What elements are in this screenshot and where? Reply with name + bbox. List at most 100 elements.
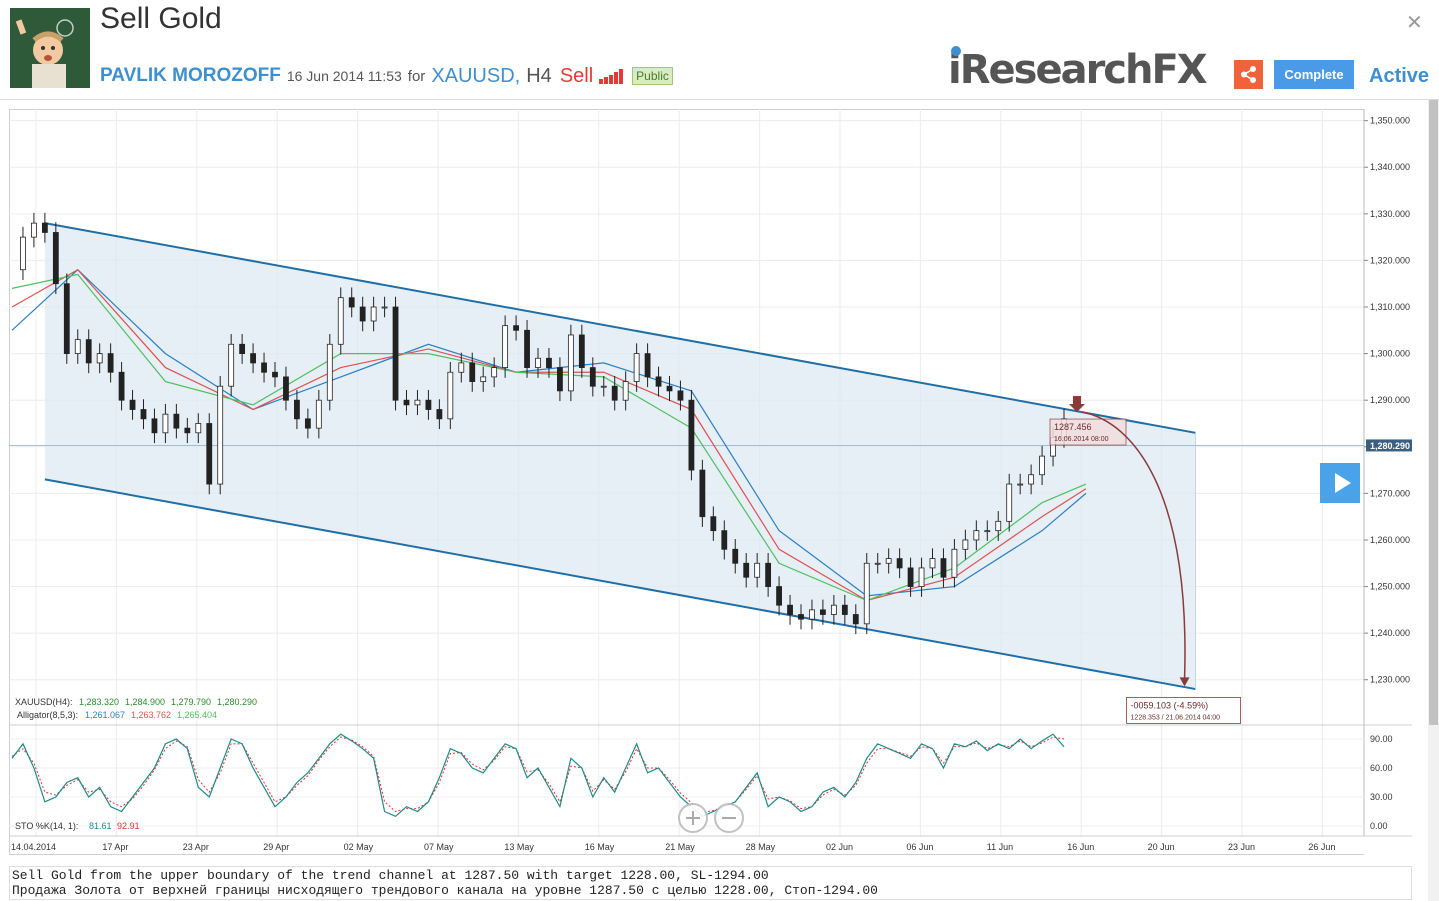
price-axis-label: 1,260.000 (1370, 535, 1410, 545)
for-label: for (407, 67, 426, 85)
candle-body (798, 614, 804, 620)
time-axis-label: 23 Apr (183, 842, 209, 852)
candle-body (611, 385, 618, 401)
time-axis-label: 28 May (746, 842, 776, 852)
author-link[interactable]: PAVLIK MOROZOFF (100, 65, 281, 87)
candle-body (151, 418, 158, 434)
candle-body (414, 399, 421, 406)
price-chart[interactable]: 1287.456 16.06.2014 08:00 -0059.103 (-4.59… (9, 109, 1412, 855)
candle-body (359, 306, 366, 322)
candle-body (392, 306, 399, 401)
candle-body (732, 548, 739, 564)
signal-header: Sell Gold PAVLIK MOROZOFF 16 Jun 2014 11… (0, 0, 1439, 100)
candle-body (1028, 474, 1035, 485)
price-axis-label: 1,350.000 (1370, 116, 1410, 126)
candle-body (567, 334, 574, 392)
visibility-badge: Public (632, 67, 673, 85)
current-price-label: 1,280.290 (1370, 441, 1410, 451)
candle-body (469, 362, 476, 382)
share-icon (1241, 66, 1256, 83)
candle-body (765, 562, 772, 587)
stoch-axis-label: 90.00 (1370, 734, 1393, 744)
price-axis-label: 1,330.000 (1370, 209, 1410, 219)
brand-logo: iResearchFX (948, 46, 1208, 93)
candle-body (699, 469, 706, 518)
candle-body (776, 586, 782, 606)
price-axis-label: 1,250.000 (1370, 582, 1410, 592)
candle-body (743, 562, 750, 578)
candle-body (885, 558, 892, 564)
candle-body (809, 609, 815, 620)
candle-body (995, 520, 1002, 532)
sell-marker-icon (1073, 396, 1081, 405)
candle-body (644, 353, 651, 378)
candle-body (984, 530, 991, 533)
candle-body (852, 614, 859, 625)
candle-body (425, 399, 432, 410)
price-axis-label: 1,270.000 (1370, 488, 1410, 498)
candle-body (710, 516, 717, 532)
candle-body (787, 604, 793, 615)
signal-description: Sell Gold from the upper boundary of the… (9, 866, 1412, 900)
logo-dot-icon (951, 46, 961, 56)
candle-body (578, 334, 585, 368)
candle-body (841, 604, 848, 615)
time-axis-label: 23 Jun (1228, 842, 1255, 852)
candle-body (239, 343, 246, 355)
logo-text: iResearchFX (948, 47, 1208, 93)
legend-ohlc-value: 1,284.900 (125, 697, 165, 707)
publish-date: 16 Jun 2014 11:53 (286, 68, 402, 84)
share-button[interactable] (1234, 60, 1263, 89)
time-axis-label: 11 Jun (987, 842, 1013, 852)
target-change-label: -0059.103 (-4.59%) (1131, 700, 1209, 710)
close-icon[interactable]: ✕ (1406, 10, 1423, 35)
candle-body (294, 399, 300, 420)
candle-body (1039, 455, 1045, 476)
author-avatar[interactable] (10, 8, 90, 88)
candle-body (666, 385, 673, 392)
legend-alligator-value: 1,261.067 (85, 710, 125, 720)
legend-alligator-value: 1,265.404 (177, 710, 217, 720)
price-axis-label: 1,230.000 (1370, 675, 1410, 685)
candle-body (195, 423, 202, 434)
candle-body (381, 306, 388, 309)
avatar-image (10, 8, 90, 88)
candle-body (31, 222, 37, 238)
candle-body (217, 385, 224, 485)
legend-ohlc-name: XAUUSD(H4): (15, 697, 73, 707)
scrollbar-thumb[interactable] (1429, 100, 1438, 725)
symbol-link[interactable]: XAUUSD (431, 65, 514, 88)
candle-body (370, 306, 377, 322)
entry-price-label: 1287.456 (1054, 422, 1092, 432)
candle-body (907, 567, 914, 587)
candle-body (447, 371, 454, 420)
candle-body (874, 562, 881, 565)
time-axis-label: 14.04.2014 (11, 842, 56, 852)
candle-body (107, 353, 114, 373)
candle-body (250, 353, 256, 364)
candle-body (830, 604, 837, 615)
candle-body (458, 362, 465, 373)
price-axis-label: 1,240.000 (1370, 628, 1410, 638)
candle-body (721, 530, 728, 550)
candle-body (206, 423, 213, 485)
legend-ohlc-value: 1,283.320 (79, 697, 119, 707)
candle-body (940, 558, 947, 578)
candle-body (589, 367, 596, 387)
legend-stoch-d: 92.91 (117, 821, 140, 831)
candle-body (304, 418, 311, 429)
candle-body (436, 409, 443, 420)
chart-svg[interactable]: 1287.456 16.06.2014 08:00 -0059.103 (-4.59… (9, 109, 1412, 855)
time-axis-label: 16 May (585, 842, 615, 852)
candle-body (688, 399, 695, 471)
price-axis-label: 1,310.000 (1370, 302, 1410, 312)
candle-body (502, 325, 509, 368)
candle-body (315, 399, 322, 429)
complete-button[interactable]: Complete (1274, 60, 1354, 89)
description-line-en: Sell Gold from the upper boundary of the… (12, 868, 769, 883)
candle-body (918, 567, 925, 587)
candle-body (74, 339, 81, 355)
candle-body (754, 562, 761, 578)
candle-body (348, 297, 355, 308)
candle-body (261, 362, 267, 373)
